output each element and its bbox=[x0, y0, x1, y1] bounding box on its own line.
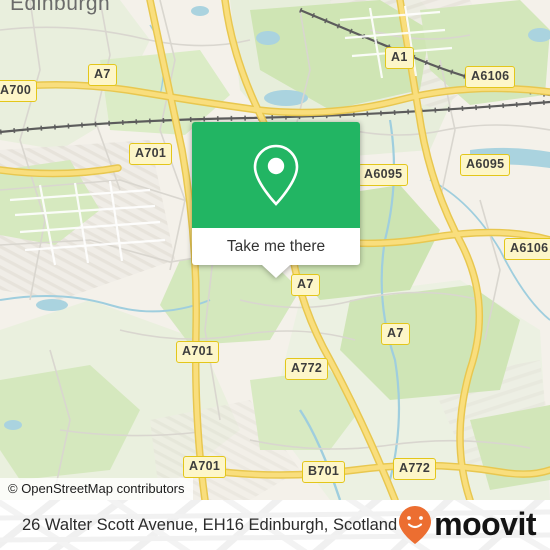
osm-attribution[interactable]: © OpenStreetMap contributors bbox=[0, 478, 193, 500]
road-shield-a701: A701 bbox=[129, 143, 173, 165]
road-shield-a701: A701 bbox=[183, 456, 227, 478]
moovit-pin-smiley-icon bbox=[399, 506, 432, 544]
road-shield-a6106: A6106 bbox=[504, 238, 550, 260]
road-shield-a7: A7 bbox=[381, 323, 410, 345]
road-shield-a6106: A6106 bbox=[465, 66, 516, 88]
road-shield-a1: A1 bbox=[385, 47, 414, 69]
road-shield-a701: A701 bbox=[176, 341, 220, 363]
road-shield-a772: A772 bbox=[285, 358, 329, 380]
road-shield-a7: A7 bbox=[88, 64, 117, 86]
location-pin-icon bbox=[253, 144, 299, 206]
map-place-label-edinburgh: Edinburgh bbox=[10, 0, 111, 15]
moovit-logo[interactable]: moovit bbox=[398, 505, 536, 545]
road-shield-a6095: A6095 bbox=[460, 154, 511, 176]
road-shield-a7: A7 bbox=[291, 274, 320, 296]
take-me-there-label: Take me there bbox=[226, 237, 326, 255]
road-shield-a772: A772 bbox=[393, 458, 437, 480]
address-text: 26 Walter Scott Avenue, EH16 Edinburgh, … bbox=[22, 515, 398, 534]
card-image-area bbox=[192, 122, 360, 228]
card-cta-area[interactable]: Take me there bbox=[192, 228, 360, 278]
road-shield-a6095: A6095 bbox=[358, 164, 409, 186]
road-shield-a700: A700 bbox=[0, 80, 38, 102]
road-shield-b701: B701 bbox=[302, 461, 346, 483]
map-canvas[interactable]: Edinburgh A7 A700 A1 A6106 A701 A6095 A6… bbox=[0, 0, 550, 500]
card-pointer-tail bbox=[262, 265, 290, 278]
moovit-map-screenshot: Edinburgh A7 A700 A1 A6106 A701 A6095 A6… bbox=[0, 0, 550, 550]
footer-bar: 26 Walter Scott Avenue, EH16 Edinburgh, … bbox=[0, 500, 550, 550]
location-info-card[interactable]: Take me there bbox=[192, 122, 360, 278]
moovit-wordmark: moovit bbox=[434, 506, 536, 542]
